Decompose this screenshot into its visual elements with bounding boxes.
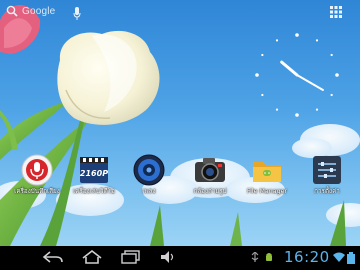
system-navigation-bar: 16:20: [0, 246, 360, 270]
camera-icon: [195, 158, 225, 182]
clock-hour-dot: [315, 108, 319, 111]
clock-hour-dot: [261, 93, 264, 97]
usb-debug-icon: [251, 252, 259, 262]
app-camera[interactable]: กล้องถ่ายรูป: [180, 153, 240, 196]
clock-minute-hand: [296, 74, 324, 91]
clock-hour-dot: [295, 33, 299, 37]
home-icon[interactable]: [81, 250, 103, 264]
clock-hour-dot: [261, 53, 264, 57]
app-label: กล้องถ่ายรูป: [193, 188, 227, 195]
video-badge-text: 2160P: [80, 169, 108, 178]
clock-hour-dot: [335, 73, 339, 77]
top-bar: Google: [0, 0, 360, 26]
settings-icon: [313, 156, 341, 184]
battery-icon: [347, 252, 355, 264]
all-apps-grid-icon[interactable]: [330, 6, 342, 18]
music-icon: [133, 154, 165, 186]
android-notification-icon: [266, 253, 272, 261]
volume-icon[interactable]: [160, 250, 176, 264]
app-label: เครื่องเล่นวิดีโอ: [73, 188, 115, 195]
clock-hour-dot: [255, 73, 259, 77]
clock-hour-dot: [275, 108, 279, 111]
clock-hour-dot: [295, 113, 299, 117]
app-label: เพลง: [142, 188, 156, 195]
back-icon[interactable]: [42, 250, 64, 264]
app-file-manager[interactable]: File Manager: [237, 153, 297, 196]
wifi-icon: [333, 252, 345, 262]
app-label: File Manager: [246, 188, 288, 195]
voice-search-mic-icon[interactable]: [73, 7, 81, 20]
search-icon: [6, 5, 18, 17]
clock-hour-hand: [280, 60, 299, 77]
app-label: เครื่องบันทึกเสียง: [14, 188, 60, 195]
recent-apps-icon[interactable]: [120, 250, 142, 264]
app-sound-recorder[interactable]: เครื่องบันทึกเสียง: [7, 153, 67, 196]
app-settings[interactable]: การตั้งค่า: [297, 153, 357, 196]
clock-hour-dot: [330, 93, 333, 97]
video-player-icon: 2160P: [80, 157, 108, 183]
google-search-label: Google: [22, 6, 56, 17]
clock-hour-dot: [330, 53, 333, 57]
file-manager-icon: [253, 162, 281, 182]
clock-hour-dot: [315, 39, 319, 42]
app-video-player[interactable]: 2160P เครื่องเล่นวิดีโอ: [64, 153, 124, 196]
app-label: การตั้งค่า: [314, 188, 340, 195]
google-search-bar[interactable]: Google: [6, 4, 92, 22]
clock-hour-dot: [275, 39, 279, 42]
system-clock[interactable]: 16:20: [284, 248, 330, 266]
sound-recorder-icon: [21, 154, 53, 186]
app-music[interactable]: เพลง: [119, 153, 179, 196]
analog-clock-widget[interactable]: [247, 25, 347, 125]
